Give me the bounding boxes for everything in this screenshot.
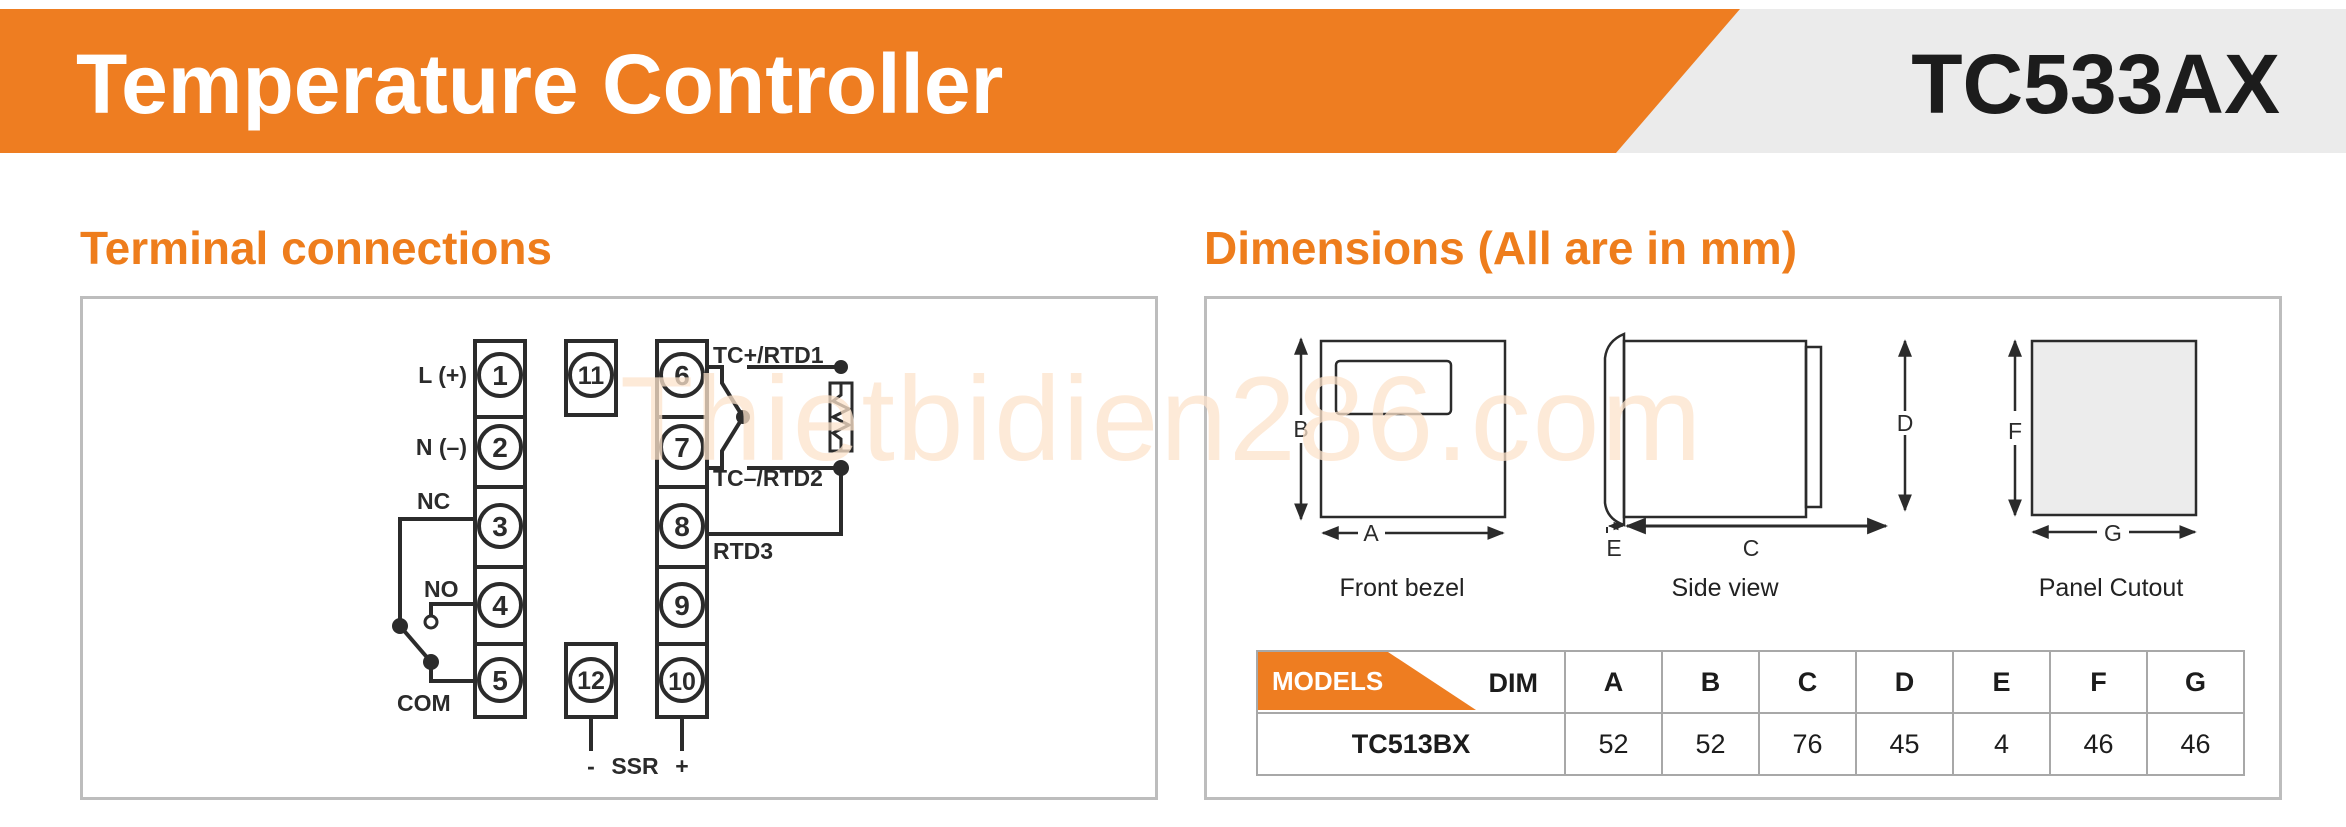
value-cell: 52: [1564, 712, 1663, 776]
terminal-diagram-panel: 1 2 3 4 5 6 7 8 9 10 11 12 L (+) N (–) N…: [80, 296, 1158, 800]
value-cell: 4: [1952, 712, 2051, 776]
model-cell: TC513BX: [1256, 712, 1566, 776]
terminal-num: 12: [577, 667, 605, 695]
column-header: B: [1661, 650, 1760, 714]
dim-label-g: G: [2104, 520, 2122, 546]
page-title: Temperature Controller: [76, 37, 1004, 131]
dim-label-d: D: [1897, 410, 1914, 436]
ssr-label: SSR: [611, 753, 659, 779]
value-cell: 46: [2146, 712, 2245, 776]
side-view-bezel: [1603, 332, 1626, 527]
column-header: D: [1855, 650, 1954, 714]
dim-label-c: C: [1743, 535, 1760, 561]
dim-label-f: F: [2008, 418, 2022, 444]
terminal-num: 1: [492, 360, 508, 391]
table-header-row: MODELS DIM A B C D E F G: [1256, 650, 2245, 714]
terminal-num: 3: [492, 511, 508, 542]
dimensions-title: Dimensions (All are in mm): [1204, 222, 1798, 274]
terminal-num: 10: [668, 668, 696, 696]
terminal-num: 4: [492, 590, 508, 621]
dim-label-e: E: [1606, 535, 1621, 561]
terminal-label: N (–): [416, 434, 467, 460]
panel-cutout-shape: [2030, 339, 2198, 517]
dimensions-table: MODELS DIM A B C D E F G TC513BX 52 52 7…: [1256, 650, 2245, 776]
value-cell: 76: [1758, 712, 1857, 776]
column-header: C: [1758, 650, 1857, 714]
terminal-label: RTD3: [713, 538, 773, 564]
dim-label-a: A: [1363, 520, 1379, 546]
terminal-num: 2: [492, 432, 508, 463]
terminal-num: 11: [578, 362, 605, 390]
front-bezel-display: [1334, 359, 1453, 416]
terminal-num: 9: [674, 590, 690, 621]
ssr-plus-label: +: [675, 753, 688, 779]
nc-wire: [398, 517, 475, 626]
column-header: G: [2146, 650, 2245, 714]
resistor-icon: [829, 383, 853, 451]
column-header: F: [2049, 650, 2148, 714]
terminal-label: L (+): [418, 362, 467, 388]
terminal-label: COM: [397, 690, 451, 716]
terminal-label: TC–/RTD2: [713, 465, 823, 491]
terminal-num: 8: [674, 511, 690, 542]
dim-label: DIM: [1488, 668, 1539, 698]
value-cell: 52: [1661, 712, 1760, 776]
column-header: E: [1952, 650, 2051, 714]
front-bezel-caption: Front bezel: [1339, 574, 1465, 602]
panel-cutout-caption: Panel Cutout: [2038, 574, 2184, 602]
terminal-num: 5: [492, 665, 508, 696]
column-header: A: [1564, 650, 1663, 714]
terminal-num: 7: [674, 432, 690, 463]
models-label: MODELS: [1272, 666, 1384, 696]
terminal-label: NC: [417, 488, 450, 514]
no-contact-icon: [423, 614, 439, 630]
terminal-connections-title: Terminal connections: [80, 222, 553, 274]
no-wire: [429, 602, 475, 617]
header-banner: Temperature Controller TC533AX: [0, 9, 2346, 153]
ssr-minus-label: -: [587, 753, 595, 779]
wiring-diagram: 1 2 3 4 5 6 7 8 9 10 11 12 L (+) N (–) N…: [392, 339, 854, 779]
value-cell: 46: [2049, 712, 2148, 776]
side-view-connector: [1804, 345, 1823, 509]
terminal-num: 6: [674, 360, 690, 391]
model-number: TC533AX: [1911, 37, 2280, 131]
models-dim-header: MODELS DIM: [1256, 650, 1566, 714]
table-row: TC513BX 52 52 76 45 4 46 46: [1256, 712, 2245, 776]
terminal-label: TC+/RTD1: [713, 342, 824, 368]
value-cell: 45: [1855, 712, 1954, 776]
terminal-label: NO: [424, 576, 459, 602]
front-bezel-outline: [1319, 339, 1507, 519]
side-view-body: [1622, 339, 1808, 519]
dim-label-b: B: [1293, 416, 1308, 442]
side-view-caption: Side view: [1671, 574, 1779, 602]
